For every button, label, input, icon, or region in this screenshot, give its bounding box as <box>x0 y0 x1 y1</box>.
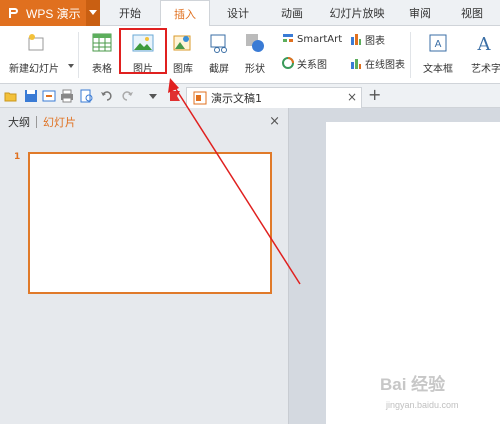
shapes-button[interactable]: 形状 <box>238 30 272 76</box>
svg-text:A: A <box>477 34 492 54</box>
highlight-box <box>119 28 167 74</box>
tab-home[interactable]: 开始 <box>110 0 150 26</box>
online-chart-icon <box>351 59 361 69</box>
print-preview-icon[interactable] <box>80 89 94 103</box>
textbox-button[interactable]: A 文本框 <box>416 30 460 76</box>
gallery-icon <box>173 35 191 51</box>
redo-icon[interactable] <box>120 89 134 103</box>
relation-chart-button[interactable]: 关系图 <box>282 54 327 72</box>
new-slide-button[interactable]: 新建幻灯片 <box>4 30 74 76</box>
document-tab[interactable]: 演示文稿1 × <box>186 87 362 108</box>
wps-logo-icon <box>9 8 18 18</box>
ribbon-insert-panel: 新建幻灯片 表格 图片 图库 截屏 形状 SmartArt 图表 关系图 在线图… <box>0 26 500 84</box>
undo-icon[interactable] <box>100 89 114 103</box>
baidu-watermark: Bai 经验 jingyan.baidu.com <box>370 370 490 420</box>
close-panel-icon[interactable]: × <box>269 114 280 129</box>
tab-design[interactable]: 设计 <box>218 0 258 26</box>
bar-chart-icon <box>351 34 361 45</box>
slide-number: 1 <box>14 152 21 162</box>
gallery-label: 图库 <box>173 64 193 75</box>
chevron-down-icon[interactable] <box>146 89 160 103</box>
table-button[interactable]: 表格 <box>84 30 120 76</box>
close-tab-icon[interactable]: × <box>347 90 357 104</box>
ribbon-separator <box>78 32 79 78</box>
new-slide-icon <box>28 34 44 51</box>
wordart-icon: A <box>477 34 492 54</box>
scissors-icon <box>210 34 227 53</box>
panel-header: 大纲 幻灯片 <box>0 108 289 136</box>
table-label: 表格 <box>92 64 112 75</box>
tab-slides[interactable]: 幻灯片 <box>43 114 76 130</box>
wordart-label: 艺术字 <box>471 64 500 75</box>
textbox-label: 文本框 <box>423 64 453 75</box>
shapes-icon <box>246 34 264 52</box>
panel-tab-divider <box>36 116 37 128</box>
slide-thumbnail[interactable] <box>28 152 272 294</box>
smartart-label: SmartArt <box>297 33 343 45</box>
tab-outline[interactable]: 大纲 <box>8 114 30 130</box>
tab-slideshow[interactable]: 幻灯片放映 <box>322 0 392 26</box>
new-slide-label: 新建幻灯片 <box>9 64 59 75</box>
svg-text:A: A <box>435 39 442 50</box>
relation-chart-icon <box>282 57 294 69</box>
ribbon-separator <box>410 32 411 78</box>
tab-insert[interactable]: 插入 <box>160 0 210 27</box>
textbox-icon: A <box>429 34 447 52</box>
online-chart-label: 在线图表 <box>365 59 405 71</box>
tab-animation[interactable]: 动画 <box>272 0 312 26</box>
presentation-file-icon <box>193 91 207 105</box>
smartart-icon <box>283 34 293 42</box>
print-icon[interactable] <box>60 89 74 103</box>
slides-panel: 大纲 幻灯片 × 1 <box>0 108 289 424</box>
chart-label: 图表 <box>365 35 385 47</box>
app-name: WPS 演示 <box>26 6 81 21</box>
chevron-down-icon <box>68 64 74 68</box>
online-chart-button[interactable]: 在线图表 <box>350 54 405 72</box>
tab-review[interactable]: 审阅 <box>402 0 438 26</box>
new-tab-icon[interactable]: + <box>368 85 381 104</box>
open-folder-icon[interactable] <box>4 89 18 103</box>
smartart-button[interactable]: SmartArt <box>282 30 342 48</box>
wps-flag-icon[interactable] <box>168 89 182 103</box>
shapes-label: 形状 <box>245 64 265 75</box>
screenshot-button[interactable]: 截屏 <box>202 30 236 76</box>
ribbon-tab-bar: WPS 演示 开始 插入 设计 动画 幻灯片放映 审阅 视图 <box>0 0 500 27</box>
save-icon[interactable] <box>24 89 38 103</box>
watermark-main: Bai 经验 <box>380 375 446 394</box>
table-icon <box>92 33 112 52</box>
wordart-button[interactable]: A 艺术字 <box>466 30 500 76</box>
tab-view[interactable]: 视图 <box>452 0 492 26</box>
app-dropdown-caret-icon[interactable] <box>86 0 100 26</box>
screenshot-label: 截屏 <box>209 64 229 75</box>
chart-button[interactable]: 图表 <box>350 30 385 48</box>
relation-chart-label: 关系图 <box>297 59 327 71</box>
gallery-button[interactable]: 图库 <box>166 30 200 76</box>
document-tab-title: 演示文稿1 <box>211 92 262 105</box>
export-icon[interactable] <box>42 89 56 103</box>
app-menu-button[interactable]: WPS 演示 <box>0 0 100 26</box>
watermark-sub: jingyan.baidu.com <box>386 400 459 410</box>
